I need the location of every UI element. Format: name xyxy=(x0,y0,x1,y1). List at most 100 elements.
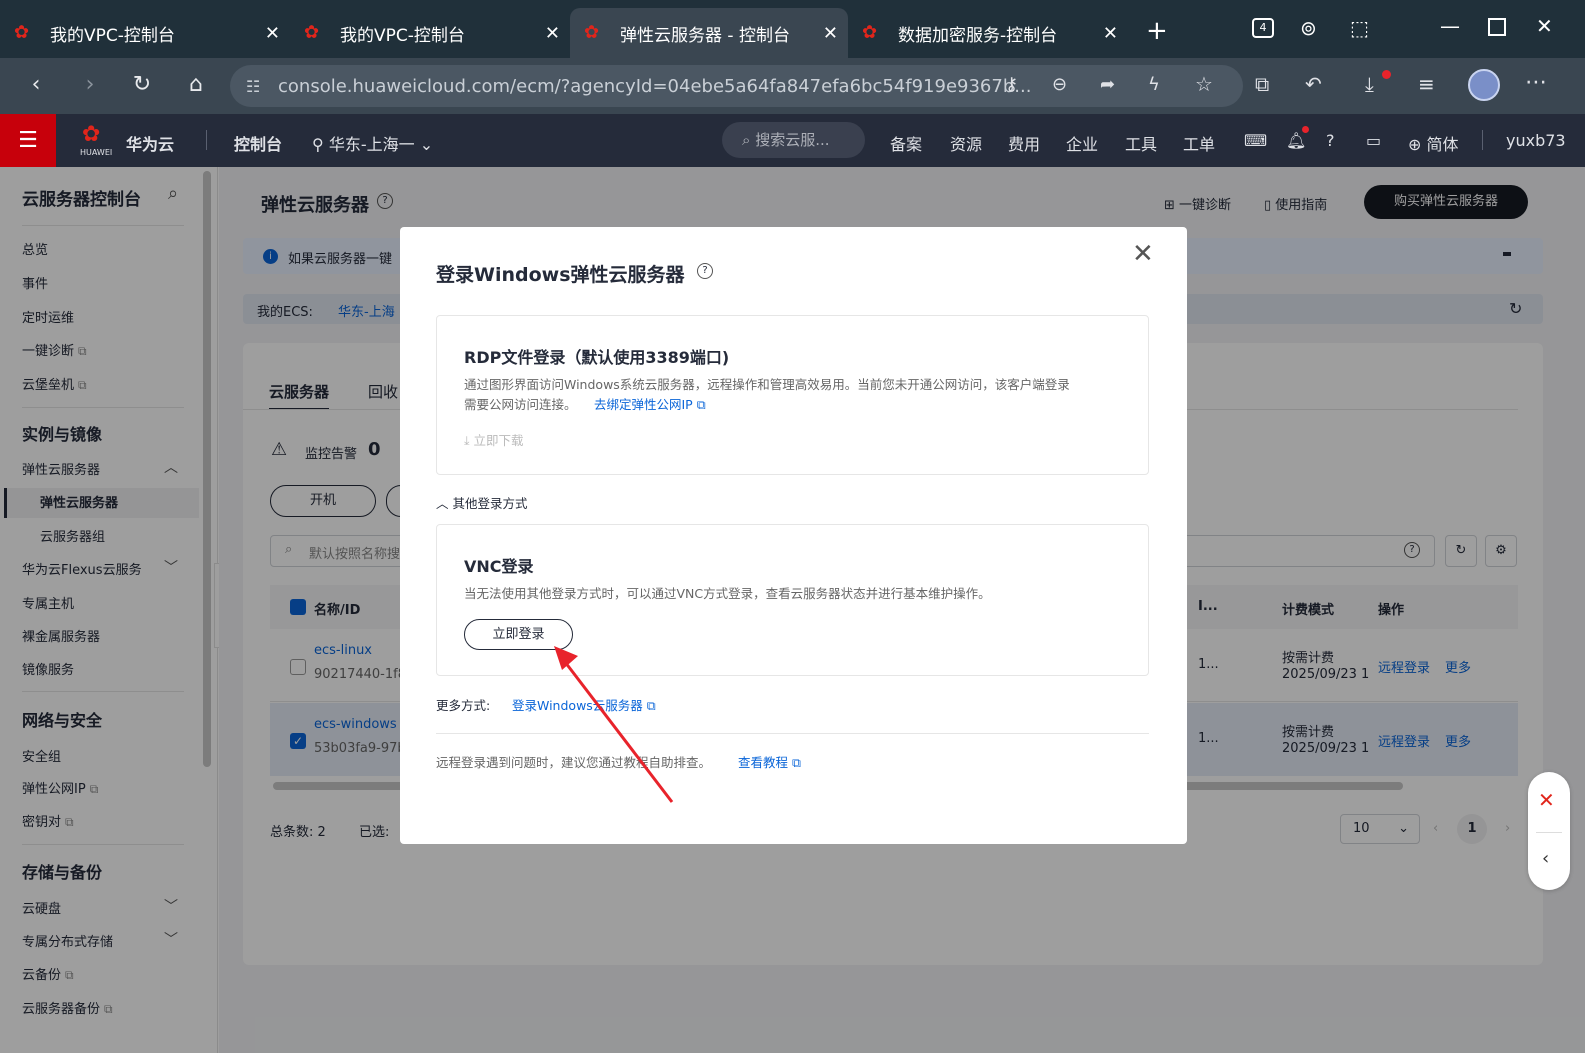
share-icon[interactable]: ➦ xyxy=(1100,74,1115,95)
rdp-description-2: 需要公网访问连接。 xyxy=(464,397,577,412)
user-menu[interactable]: yuxb73 xyxy=(1506,131,1566,150)
download-icon[interactable]: ⤓ xyxy=(1365,72,1374,96)
console-link[interactable]: 控制台 xyxy=(234,131,282,155)
history-back-icon[interactable]: ↶ xyxy=(1305,72,1322,96)
profile-avatar[interactable] xyxy=(1468,69,1500,101)
region-selector[interactable]: ⚲ 华东-上海一 ⌄ xyxy=(312,131,433,155)
other-methods-toggle[interactable]: ︿ 其他登录方式 xyxy=(436,493,528,512)
chevron-left-icon[interactable]: ‹ xyxy=(1542,848,1549,869)
arrow-head xyxy=(554,646,578,670)
vnc-title: VNC登录 xyxy=(464,557,534,576)
label: 查看教程 xyxy=(738,755,789,770)
key-icon[interactable]: ⚷ xyxy=(1005,74,1018,95)
browser-address-bar: ‹ › ↻ ⌂ ☷ console.huaweicloud.com/ecm/?a… xyxy=(0,58,1585,114)
dialog-title: 登录Windows弹性云服务器 xyxy=(436,264,685,286)
assistant-icon[interactable]: ✕ xyxy=(1538,788,1555,812)
close-window-icon[interactable]: ✕ xyxy=(1536,14,1553,38)
annotation-arrow xyxy=(554,646,674,803)
help-icon[interactable]: ? xyxy=(697,263,713,279)
external-link-icon: ⧉ xyxy=(792,755,801,770)
chevron-up-icon: ︿ xyxy=(436,496,449,511)
tab-title: 数据加密服务-控制台 xyxy=(898,25,1058,46)
extensions-icon[interactable]: ⧉ xyxy=(1255,72,1269,96)
tab-title: 弹性云服务器 - 控制台 xyxy=(620,25,790,46)
more-methods-label: 更多方式: xyxy=(436,698,491,713)
favorite-star-icon[interactable]: ☆ xyxy=(1195,72,1213,96)
download-rdp-button[interactable]: ⤓ 立即下载 xyxy=(464,430,524,449)
flash-icon[interactable]: ϟ xyxy=(1148,74,1160,95)
label: 去绑定弹性公网IP xyxy=(594,397,693,412)
tab-count-icon[interactable]: 4 xyxy=(1252,18,1274,38)
nav-link-tickets[interactable]: 工单 xyxy=(1183,131,1215,155)
windows-login-dialog: 登录Windows弹性云服务器 ? ✕ RDP文件登录（默认使用3389端口) … xyxy=(400,227,1187,844)
chevron-down-icon: ⌄ xyxy=(419,135,434,154)
brand-name[interactable]: 华为云 xyxy=(126,131,174,155)
vpn-icon[interactable]: ⊚ xyxy=(1300,16,1317,40)
label: 立即下载 xyxy=(473,433,524,448)
download-badge xyxy=(1382,70,1391,79)
maximize-icon[interactable] xyxy=(1488,18,1506,36)
assistant-floating-panel: ✕ ‹ xyxy=(1528,772,1570,890)
search-icon: ⌕ xyxy=(742,131,751,149)
close-tab-icon[interactable]: ✕ xyxy=(1103,23,1118,44)
zoom-out-icon[interactable]: ⊖ xyxy=(1052,74,1067,95)
close-tab-icon[interactable]: ✕ xyxy=(265,23,280,44)
nav-link-tools[interactable]: 工具 xyxy=(1125,131,1157,155)
nav-link-beian[interactable]: 备案 xyxy=(890,131,922,155)
terminal-icon[interactable]: ⌨ xyxy=(1244,131,1267,150)
notification-bell-icon[interactable]: 🔔︎ xyxy=(1286,131,1306,150)
bind-eip-link[interactable]: 去绑定弹性公网IP ⧉ xyxy=(594,394,706,413)
url-field[interactable]: ☷ console.huaweicloud.com/ecm/?agencyId=… xyxy=(230,65,1243,107)
region-label: 华东-上海一 xyxy=(328,135,415,154)
huawei-logo-icon: ✿ xyxy=(82,122,101,147)
close-tab-icon[interactable]: ✕ xyxy=(545,23,560,44)
close-icon[interactable]: ✕ xyxy=(1132,239,1154,269)
forward-icon[interactable]: › xyxy=(76,72,104,97)
divider xyxy=(1482,130,1483,150)
console-top-nav: ☰ ✿ HUAWEI 华为云 控制台 ⚲ 华东-上海一 ⌄ ⌕ 搜索云服... … xyxy=(0,114,1585,167)
hamburger-menu-icon[interactable]: ☰ xyxy=(0,114,56,167)
browser-tab-1[interactable]: ✿ 我的VPC-控制台 ✕ xyxy=(0,8,290,58)
home-icon[interactable]: ⌂ xyxy=(182,72,210,97)
close-tab-icon[interactable]: ✕ xyxy=(823,23,838,44)
nav-link-enterprise[interactable]: 企业 xyxy=(1066,131,1098,155)
tab-title: 我的VPC-控制台 xyxy=(50,25,175,46)
global-search[interactable]: ⌕ 搜索云服... xyxy=(722,122,865,158)
huawei-logo-icon: ✿ xyxy=(584,22,600,43)
browser-menu-icon[interactable]: ⋯ xyxy=(1525,70,1547,95)
arrow-shaft xyxy=(560,657,674,803)
divider xyxy=(206,130,207,150)
tutorial-link[interactable]: 查看教程 ⧉ xyxy=(738,752,801,771)
browser-tab-3-active[interactable]: ✿ 弹性云服务器 - 控制台 ✕ xyxy=(570,8,848,58)
language-switch[interactable]: ⊕ 简体 xyxy=(1408,131,1459,155)
help-icon[interactable]: ? xyxy=(1326,131,1335,150)
rdp-description: 通过图形界面访问Windows系统云服务器，远程操作和管理高效易用。当前您未开通… xyxy=(464,377,1070,392)
browser-tab-2[interactable]: ✿ 我的VPC-控制台 ✕ xyxy=(290,8,570,58)
new-tab-icon[interactable]: + xyxy=(1146,16,1168,46)
feedback-icon[interactable]: ▭ xyxy=(1366,131,1381,150)
nav-link-billing[interactable]: 费用 xyxy=(1008,131,1040,155)
divider xyxy=(1536,832,1562,833)
huawei-logo-icon: ✿ xyxy=(14,22,30,43)
minimize-icon[interactable]: — xyxy=(1440,14,1460,38)
reload-icon[interactable]: ↻ xyxy=(128,72,156,97)
collections-icon[interactable]: ⬚ xyxy=(1350,16,1369,40)
notification-badge xyxy=(1302,126,1309,133)
rdp-title: RDP文件登录（默认使用3389端口) xyxy=(464,348,730,367)
rdp-login-panel: RDP文件登录（默认使用3389端口) 通过图形界面访问Windows系统云服务… xyxy=(436,315,1149,475)
site-info-icon[interactable]: ☷ xyxy=(246,77,260,96)
huawei-logo-icon: ✿ xyxy=(862,22,878,43)
label: 其他登录方式 xyxy=(452,496,528,511)
vnc-description: 当无法使用其他登录方式时，可以通过VNC方式登录，查看云服务器状态并进行基本维护… xyxy=(464,586,991,601)
external-link-icon: ⧉ xyxy=(696,397,706,412)
browser-tab-4[interactable]: ✿ 数据加密服务-控制台 ✕ xyxy=(848,8,1128,58)
nav-link-resources[interactable]: 资源 xyxy=(950,131,982,155)
back-icon[interactable]: ‹ xyxy=(22,72,50,97)
huawei-logo-icon: ✿ xyxy=(304,22,320,43)
huawei-logo-text: HUAWEI xyxy=(80,148,113,157)
playlist-icon[interactable]: ≡ xyxy=(1418,72,1435,96)
language-label: 简体 xyxy=(1426,135,1459,154)
globe-icon: ⊕ xyxy=(1408,135,1422,154)
tab-title: 我的VPC-控制台 xyxy=(340,25,465,46)
browser-tab-bar: ✿ 我的VPC-控制台 ✕ ✿ 我的VPC-控制台 ✕ ✿ 弹性云服务器 - 控… xyxy=(0,0,1585,58)
